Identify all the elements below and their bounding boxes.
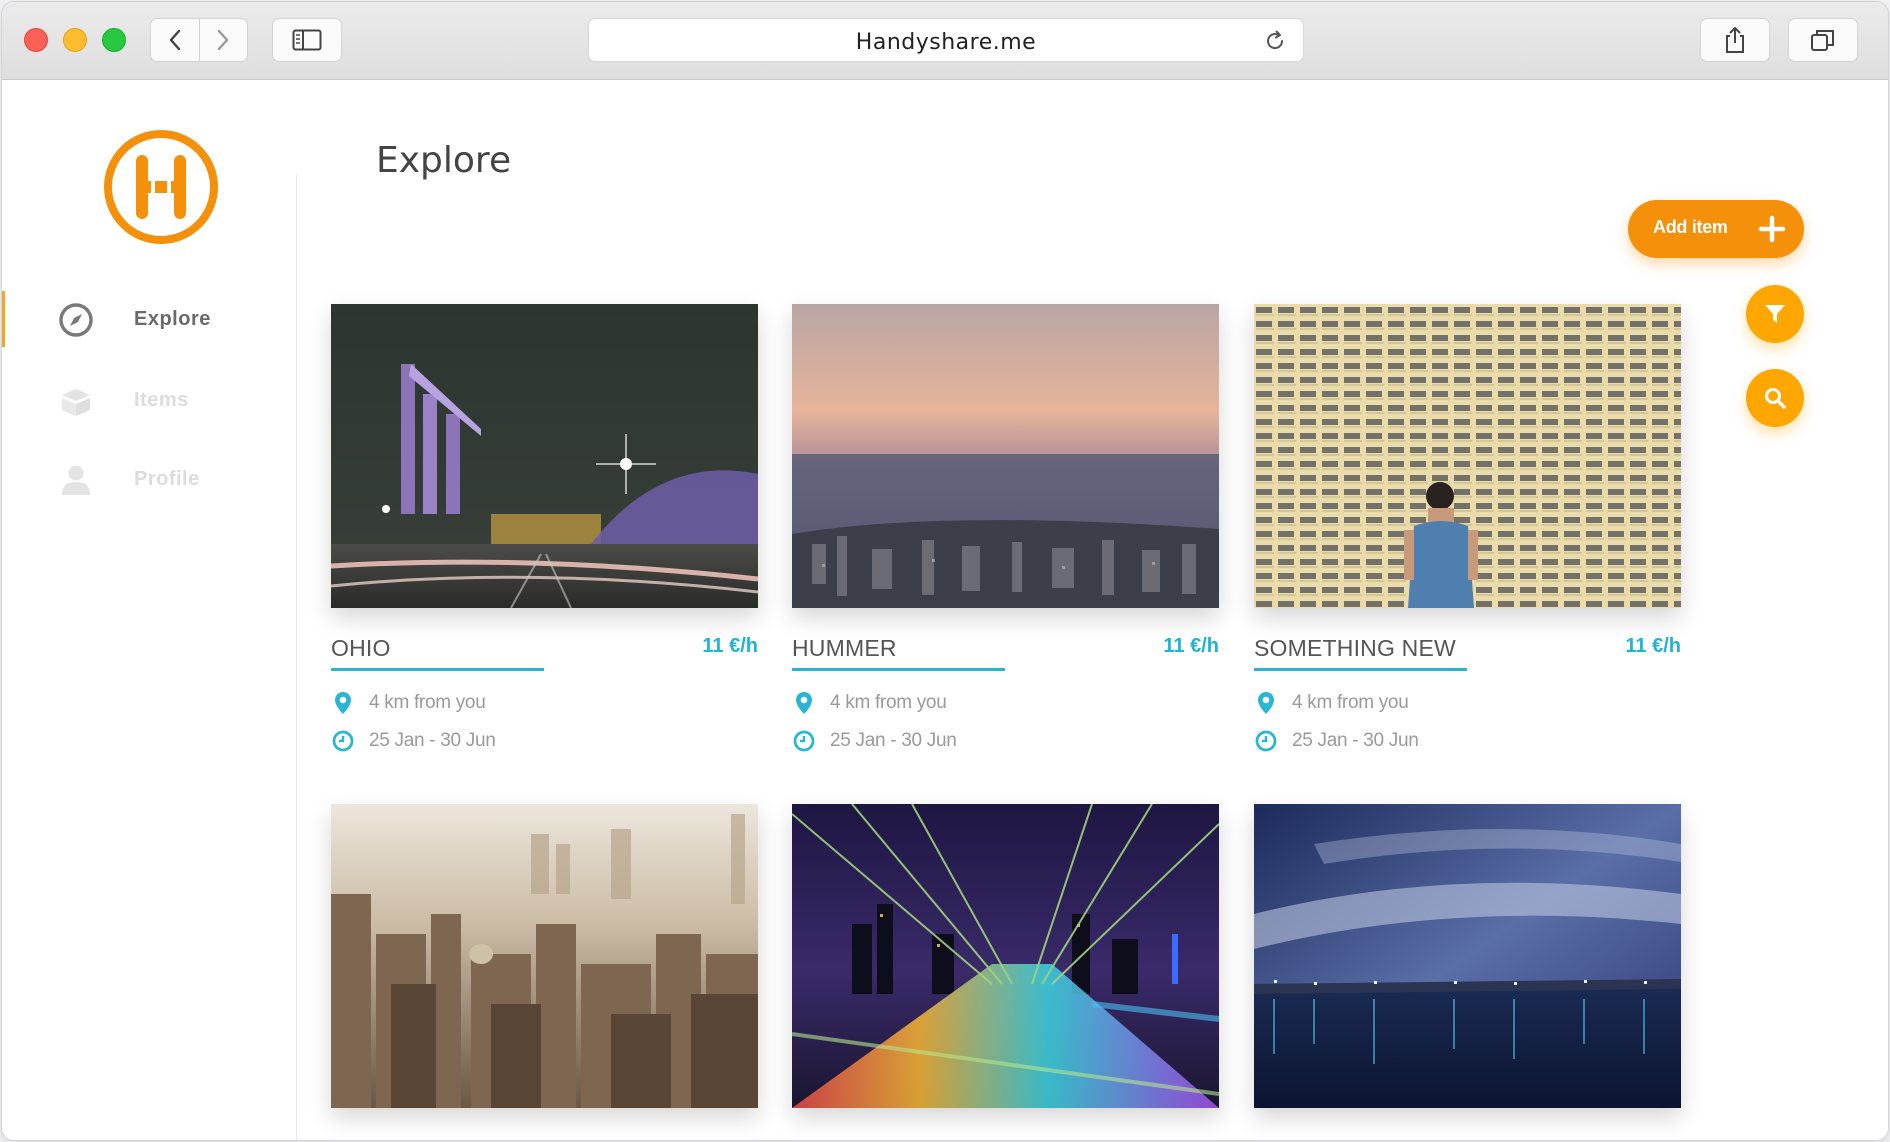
dates-row: 25 Jan - 30 Jun bbox=[331, 728, 496, 754]
dates-text: 25 Jan - 30 Jun bbox=[369, 730, 496, 751]
page-title: Explore bbox=[376, 140, 512, 181]
reload-icon bbox=[1267, 30, 1284, 50]
history-nav bbox=[150, 18, 248, 62]
sidebar-item-profile[interactable]: Profile bbox=[2, 451, 292, 507]
zoom-window-button[interactable] bbox=[102, 28, 126, 52]
item-photo[interactable] bbox=[1254, 304, 1681, 608]
item-title[interactable]: OHIO bbox=[331, 635, 391, 662]
plus-icon bbox=[1758, 215, 1786, 243]
title-underline bbox=[1254, 668, 1467, 671]
user-icon bbox=[57, 461, 95, 499]
dates-text: 25 Jan - 30 Jun bbox=[1292, 730, 1419, 751]
sidebar-toggle-button[interactable] bbox=[272, 18, 342, 62]
item-price: 11 €/h bbox=[1625, 635, 1681, 657]
item-photo[interactable] bbox=[1254, 804, 1681, 1108]
title-underline bbox=[331, 668, 544, 671]
chevron-left-icon bbox=[169, 29, 180, 51]
location-pin-icon bbox=[331, 691, 355, 715]
logo-icon bbox=[104, 130, 218, 244]
minimize-window-button[interactable] bbox=[63, 28, 87, 52]
distance-text: 4 km from you bbox=[1292, 692, 1409, 713]
sidebar-item-label: Explore bbox=[134, 308, 211, 330]
dates-text: 25 Jan - 30 Jun bbox=[830, 730, 957, 751]
browser-window: Handyshare.me Explore Items Profile Expl… bbox=[2, 2, 1888, 1140]
item-photo[interactable] bbox=[331, 804, 758, 1108]
handyshare-logo[interactable] bbox=[102, 128, 220, 251]
distance-text: 4 km from you bbox=[830, 692, 947, 713]
share-icon bbox=[1726, 27, 1744, 53]
item-photo[interactable] bbox=[792, 304, 1219, 608]
search-icon bbox=[1765, 388, 1786, 409]
sidebar-item-items[interactable]: Items bbox=[2, 372, 292, 428]
distance-row: 4 km from you bbox=[1254, 690, 1409, 716]
browser-toolbar: Handyshare.me bbox=[2, 2, 1888, 80]
distance-row: 4 km from you bbox=[792, 690, 947, 716]
distance-text: 4 km from you bbox=[369, 692, 486, 713]
sidebar-icon bbox=[292, 29, 322, 51]
dates-row: 25 Jan - 30 Jun bbox=[1254, 728, 1419, 754]
distance-row: 4 km from you bbox=[331, 690, 486, 716]
compass-icon bbox=[57, 301, 95, 339]
filter-button[interactable] bbox=[1746, 285, 1804, 343]
close-window-button[interactable] bbox=[24, 28, 48, 52]
search-button[interactable] bbox=[1746, 369, 1804, 427]
item-price: 11 €/h bbox=[1163, 635, 1219, 657]
item-photo[interactable] bbox=[331, 304, 758, 608]
share-button[interactable] bbox=[1700, 18, 1770, 62]
tabs-icon bbox=[1811, 30, 1834, 51]
item-price: 11 €/h bbox=[702, 635, 758, 657]
add-item-label: Add item bbox=[1653, 217, 1728, 237]
clock-icon bbox=[331, 729, 355, 753]
filter-icon bbox=[1765, 305, 1785, 323]
sidebar-item-label: Profile bbox=[134, 468, 200, 490]
clock-icon bbox=[1254, 729, 1278, 753]
sidebar-divider bbox=[296, 174, 297, 1140]
location-pin-icon bbox=[792, 691, 816, 715]
item-photo[interactable] bbox=[792, 804, 1219, 1108]
dates-row: 25 Jan - 30 Jun bbox=[792, 728, 957, 754]
add-item-button[interactable]: Add item bbox=[1628, 200, 1804, 258]
sidebar-item-explore[interactable]: Explore bbox=[2, 291, 292, 347]
box-icon bbox=[57, 382, 95, 420]
back-button[interactable] bbox=[151, 19, 199, 61]
location-pin-icon bbox=[1254, 691, 1278, 715]
item-title[interactable]: HUMMER bbox=[792, 635, 897, 662]
url-text: Handyshare.me bbox=[855, 30, 1037, 55]
title-underline bbox=[792, 668, 1005, 671]
reload-button[interactable] bbox=[1263, 29, 1287, 58]
clock-icon bbox=[792, 729, 816, 753]
tabs-overview-button[interactable] bbox=[1788, 18, 1858, 62]
item-title[interactable]: SOMETHING NEW bbox=[1254, 635, 1456, 662]
address-bar[interactable]: Handyshare.me bbox=[588, 18, 1304, 62]
sidebar-item-label: Items bbox=[134, 389, 189, 411]
forward-button[interactable] bbox=[198, 19, 248, 61]
chevron-right-icon bbox=[218, 29, 229, 51]
